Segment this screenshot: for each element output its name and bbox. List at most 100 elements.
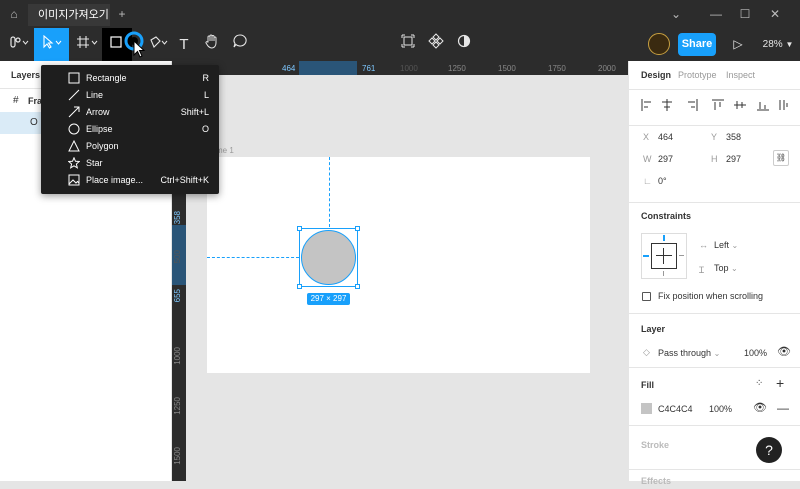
tab-design[interactable]: Design: [641, 70, 671, 80]
move-tool-button[interactable]: [34, 28, 69, 61]
layer-label-frame: Fra: [28, 96, 43, 106]
menu-item-place-image[interactable]: Place image... Ctrl+Shift+K: [41, 172, 219, 189]
fill-eye-icon[interactable]: 👁: [753, 401, 767, 414]
ruler-tick: 500: [173, 250, 182, 264]
toolbar: T Share ▷ 28% ▼: [0, 28, 800, 61]
menu-item-label: Place image...: [86, 175, 144, 185]
file-tab-title: 이미지가져오기: [38, 9, 109, 21]
avatar[interactable]: [648, 33, 670, 55]
figma-menu-icon: [10, 36, 29, 48]
constraint-top[interactable]: [663, 235, 665, 241]
style-grid-icon[interactable]: ⁘: [755, 378, 763, 389]
close-button[interactable]: ✕: [767, 6, 783, 22]
ruler-tick: 655: [173, 289, 182, 303]
h-label: H: [711, 154, 718, 164]
constraint-left[interactable]: [643, 255, 649, 257]
tab-prototype[interactable]: Prototype: [678, 70, 717, 80]
horizontal-constraint-select[interactable]: Left ⌄: [714, 240, 738, 250]
shape-tools-menu: Rectangle R Line L Arrow Shift+L Ellipse…: [41, 65, 219, 194]
cursor-highlight: [122, 30, 148, 58]
ellipse-icon: O: [30, 117, 38, 128]
frame-tool-button[interactable]: [72, 28, 102, 61]
layer-opacity-input[interactable]: 100%: [744, 348, 767, 358]
ellipse-shape[interactable]: [301, 230, 356, 285]
fix-position-label: Fix position when scrolling: [658, 291, 764, 301]
position-section: X 464 Y 358 W 297 H 297 ⛓ ∟ 0°: [629, 125, 800, 195]
y-input[interactable]: 358: [726, 132, 741, 142]
constraint-bottom[interactable]: [663, 271, 664, 276]
ruler-selection-highlight: [299, 61, 357, 75]
resize-handle[interactable]: [355, 226, 360, 231]
vertical-constraint-value: Top: [714, 263, 729, 273]
remove-fill-icon[interactable]: —: [777, 401, 789, 415]
lock-ratio-icon[interactable]: ⛓: [773, 150, 789, 166]
vertical-constraint-select[interactable]: Top ⌄: [714, 263, 738, 273]
horizontal-ruler: 464 761 1000 1250 1500 1750 2000: [172, 61, 628, 75]
resize-handle[interactable]: [297, 226, 302, 231]
constraints-section: Constraints ↔ Left ⌄ Ɪ Top ⌄ Fix positio…: [629, 202, 800, 313]
rectangle-icon: [68, 72, 80, 84]
selection-box[interactable]: [297, 226, 360, 289]
text-tool-button[interactable]: T: [174, 28, 194, 61]
minimize-button[interactable]: —: [708, 6, 724, 22]
align-icons[interactable]: [639, 98, 789, 112]
menu-item-label: Ellipse: [86, 124, 113, 134]
constraint-widget[interactable]: [641, 233, 687, 279]
w-label: W: [643, 154, 652, 164]
menu-item-arrow[interactable]: Arrow Shift+L: [41, 104, 219, 121]
pen-tool-button[interactable]: [148, 28, 170, 61]
tab-inspect[interactable]: Inspect: [726, 70, 755, 80]
menu-item-label: Line: [86, 90, 104, 100]
constraint-right[interactable]: [679, 255, 684, 256]
ruler-tick: 1250: [173, 397, 182, 415]
share-button[interactable]: Share: [678, 33, 716, 56]
menu-item-label: Arrow: [86, 107, 110, 117]
file-tab[interactable]: 이미지가져오기: [28, 4, 110, 26]
frame[interactable]: [207, 157, 590, 373]
add-fill-icon[interactable]: +: [776, 375, 784, 391]
main-menu-button[interactable]: [4, 28, 34, 61]
menu-item-rectangle[interactable]: Rectangle R: [41, 70, 219, 87]
comment-tool-button[interactable]: [230, 28, 250, 61]
resize-handle[interactable]: [297, 284, 302, 289]
alignment-section: [629, 89, 800, 126]
zoom-menu[interactable]: 28% ▼: [760, 28, 796, 61]
contrast-icon[interactable]: [454, 28, 474, 61]
constraint-box: [651, 243, 677, 269]
w-input[interactable]: 297: [658, 154, 673, 164]
frame-icon: #: [13, 95, 19, 106]
menu-item-polygon[interactable]: Polygon: [41, 138, 219, 155]
blend-mode-select[interactable]: Pass through ⌄: [658, 348, 720, 358]
menu-item-shortcut: L: [203, 90, 209, 100]
hand-tool-button[interactable]: [202, 28, 222, 61]
star-icon: [68, 157, 80, 169]
eye-icon[interactable]: 👁: [777, 345, 791, 358]
help-button[interactable]: ?: [756, 437, 782, 463]
fill-hex-input[interactable]: C4C4C4: [658, 404, 693, 414]
new-tab-button[interactable]: +: [114, 6, 130, 22]
play-icon[interactable]: ▷: [730, 28, 746, 61]
components-icon[interactable]: [426, 28, 446, 61]
h-input[interactable]: 297: [726, 154, 741, 164]
x-input[interactable]: 464: [658, 132, 673, 142]
chevron-down-icon[interactable]: ⌄: [668, 6, 684, 22]
zoom-level: 28%: [762, 39, 783, 50]
home-icon[interactable]: ⌂: [6, 6, 22, 22]
menu-item-line[interactable]: Line L: [41, 87, 219, 104]
resize-handle[interactable]: [355, 284, 360, 289]
distance-guide-vertical: [329, 157, 330, 227]
rotation-input[interactable]: 0°: [658, 176, 667, 186]
fix-position-checkbox[interactable]: [642, 292, 651, 301]
ruler-tick: 1250: [448, 64, 466, 73]
fill-opacity-input[interactable]: 100%: [709, 404, 732, 414]
canvas[interactable]: me 1 297 × 297: [186, 75, 628, 481]
menu-item-star[interactable]: Star: [41, 155, 219, 172]
ruler-tick: 2000: [598, 64, 616, 73]
maximize-button[interactable]: ☐: [737, 6, 753, 22]
crop-icon[interactable]: [398, 28, 418, 61]
menu-item-ellipse[interactable]: Ellipse O: [41, 121, 219, 138]
fill-swatch[interactable]: [641, 403, 652, 414]
blend-icon: ◇: [643, 347, 650, 357]
ruler-tick: 1750: [548, 64, 566, 73]
menu-item-label: Polygon: [86, 141, 119, 151]
